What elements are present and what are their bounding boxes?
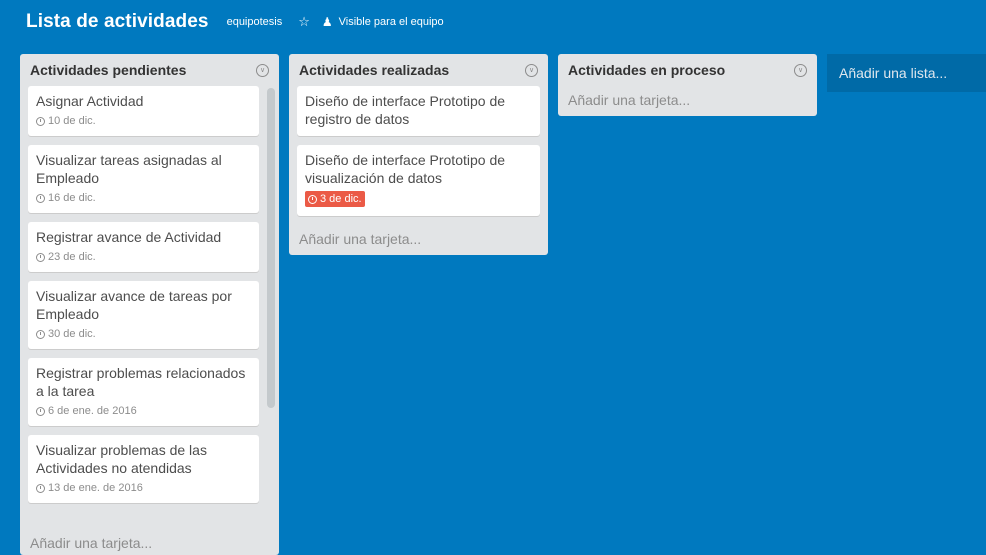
list-actividades-realizadas: Actividades realizadas ∨ Diseño de inter… [289, 54, 548, 255]
list-header: Actividades realizadas ∨ [289, 54, 548, 86]
clock-icon [308, 194, 317, 204]
card-title: Asignar Actividad [36, 93, 144, 109]
card-title: Visualizar problemas de las Actividades … [36, 442, 207, 476]
clock-icon [36, 193, 45, 203]
card-title: Diseño de interface Prototipo de registr… [305, 93, 506, 127]
card-title: Visualizar avance de tareas por Empleado [36, 288, 232, 322]
card[interactable]: Visualizar avance de tareas por Empleado… [28, 281, 259, 349]
card-container: Asignar Actividad 10 de dic. Visualizar … [20, 86, 279, 519]
list-header: Actividades pendientes ∨ [20, 54, 279, 86]
due-date-badge: 16 de dic. [36, 191, 251, 205]
card[interactable]: Diseño de interface Prototipo de visuali… [297, 145, 540, 216]
chevron-down-icon[interactable]: ∨ [256, 63, 269, 77]
due-date-badge: 6 de ene. de 2016 [36, 404, 251, 418]
add-card-button[interactable]: Añadir una tarjeta... [289, 225, 548, 255]
visibility-button[interactable]: Visible para el equipo [339, 16, 444, 28]
card[interactable]: Asignar Actividad 10 de dic. [28, 86, 259, 136]
card[interactable]: Registrar avance de Actividad 23 de dic. [28, 222, 259, 272]
list-title[interactable]: Actividades en proceso [568, 62, 725, 78]
list-actividades-en-proceso: Actividades en proceso ∨ Añadir una tarj… [558, 54, 817, 116]
star-icon[interactable]: ☆ [298, 14, 310, 30]
due-date-badge: 23 de dic. [36, 250, 251, 264]
card-title: Registrar avance de Actividad [36, 229, 222, 245]
add-list-button[interactable]: Añadir una lista... [827, 54, 986, 92]
clock-icon [36, 406, 45, 416]
board-header: Lista de actividades equipotesis ☆ ♟ Vis… [0, 0, 986, 44]
scrollbar[interactable] [267, 88, 275, 408]
card[interactable]: Diseño de interface Prototipo de registr… [297, 86, 540, 136]
team-icon: ♟ [321, 15, 333, 29]
add-card-button[interactable]: Añadir una tarjeta... [20, 529, 162, 555]
card-title: Diseño de interface Prototipo de visuali… [305, 152, 506, 186]
card-container: Diseño de interface Prototipo de registr… [289, 86, 548, 216]
clock-icon [36, 483, 45, 493]
board-title[interactable]: Lista de actividades [26, 11, 209, 33]
chevron-down-icon[interactable]: ∨ [525, 63, 538, 77]
list-title[interactable]: Actividades pendientes [30, 62, 186, 78]
list-title[interactable]: Actividades realizadas [299, 62, 449, 78]
card-title: Registrar problemas relacionados a la ta… [36, 365, 246, 399]
card-title: Visualizar tareas asignadas al Empleado [36, 152, 222, 186]
due-date-badge: 10 de dic. [36, 114, 251, 128]
chevron-down-icon[interactable]: ∨ [794, 63, 807, 77]
card[interactable]: Visualizar tareas asignadas al Empleado … [28, 145, 259, 213]
due-date-badge: 30 de dic. [36, 327, 251, 341]
card[interactable]: Visualizar problemas de las Actividades … [28, 435, 259, 503]
clock-icon [36, 116, 45, 126]
list-actividades-pendientes: Actividades pendientes ∨ Asignar Activid… [20, 54, 279, 555]
clock-icon [36, 329, 45, 339]
team-link[interactable]: equipotesis [227, 16, 283, 28]
due-date-badge: 13 de ene. de 2016 [36, 481, 251, 495]
overdue-date-badge: 3 de dic. [305, 191, 365, 207]
clock-icon [36, 252, 45, 262]
add-card-button[interactable]: Añadir una tarjeta... [558, 86, 817, 116]
card[interactable]: Registrar problemas relacionados a la ta… [28, 358, 259, 426]
list-header: Actividades en proceso ∨ [558, 54, 817, 86]
